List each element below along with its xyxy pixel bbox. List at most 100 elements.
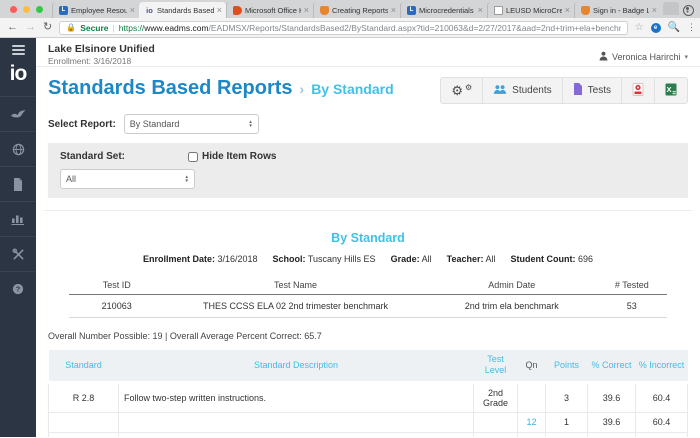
reload-icon[interactable]: ↻	[43, 22, 52, 33]
browser-window: L Employee Resourc × io Standards Based …	[0, 0, 700, 438]
tab-leusd-microcred[interactable]: LEUSD MicroCred ×	[487, 2, 574, 18]
forward-icon[interactable]: →	[25, 22, 36, 33]
url-address-bar[interactable]: 🔒 Secure | https://www.eadms.com/EADMSX/…	[59, 21, 627, 35]
enrollment-date: Enrollment: 3/16/2018	[48, 56, 155, 66]
tab-microcredentials[interactable]: L Microcredentials - ×	[400, 2, 487, 18]
globe-icon	[12, 143, 25, 156]
zoom-window-button[interactable]	[36, 6, 43, 13]
tab-close-icon[interactable]: ×	[565, 6, 570, 15]
standards-table: Standard Standard Description Test Level…	[48, 350, 688, 437]
info-enrollment-date: Enrollment Date: 3/16/2018	[143, 254, 258, 264]
select-report-dropdown[interactable]: By Standard ▲▼	[124, 114, 259, 134]
tab-close-icon[interactable]: ×	[130, 6, 135, 15]
browser-menu-icon[interactable]: ⋮	[687, 26, 693, 29]
window-controls	[0, 6, 52, 18]
test-level-cell	[474, 432, 518, 437]
tab-close-icon[interactable]: ×	[217, 6, 222, 15]
test-table-header-row: Test ID Test Name Admin Date # Tested	[69, 277, 667, 295]
students-icon	[493, 84, 507, 98]
sidebar-item-reports[interactable]	[0, 166, 36, 201]
close-window-button[interactable]	[10, 6, 17, 13]
tab-creating-reports[interactable]: Creating Reports - ×	[313, 2, 400, 18]
tests-button[interactable]: Tests	[562, 78, 621, 103]
admin-date-cell: 2nd trim ela benchmark	[427, 295, 597, 318]
qn-cell: 13	[518, 432, 546, 437]
column-header-pct-correct[interactable]: % Correct	[588, 350, 636, 382]
overall-summary: Overall Number Possible: 19 | Overall Av…	[48, 331, 688, 341]
page-title: Standards Based Reports	[48, 77, 293, 100]
column-header-test-level[interactable]: Test Level	[474, 350, 518, 382]
extension-icon-blue[interactable]: e	[651, 23, 661, 33]
extension-magnifier-icon[interactable]: 🔍	[668, 22, 680, 33]
tab-standards-based-active[interactable]: io Standards Based R ×	[139, 2, 226, 18]
description-cell	[119, 432, 474, 437]
page-subtitle: By Standard	[311, 81, 393, 97]
select-report-row: Select Report: By Standard ▲▼	[36, 104, 700, 134]
user-menu[interactable]: Veronica Harirchi ▾	[599, 47, 688, 66]
standard-cell: R 2.8	[49, 382, 119, 412]
test-name-cell: THES CCSS ELA 02 2nd trimester benchmark	[164, 295, 427, 318]
question-link[interactable]: 12	[526, 417, 536, 427]
pct-correct-cell: 39.6	[588, 412, 636, 432]
gear-small-icon: ⚙	[465, 83, 472, 92]
students-label: Students	[512, 85, 551, 96]
info-teacher: Teacher: All	[447, 254, 496, 264]
bookmark-star-icon[interactable]: ☆	[635, 22, 644, 33]
points-cell: 3	[546, 382, 588, 412]
sidebar-item-tools[interactable]	[0, 236, 36, 271]
io-logo[interactable]: io	[10, 63, 27, 84]
svg-text:?: ?	[16, 285, 21, 294]
new-tab-button[interactable]	[663, 2, 679, 15]
gear-icon: ⚙	[451, 84, 463, 97]
tab-close-icon[interactable]: ×	[478, 6, 483, 15]
secure-label[interactable]: Secure	[80, 23, 108, 33]
test-level-cell	[474, 412, 518, 432]
tab-employee-resources[interactable]: L Employee Resourc ×	[52, 2, 139, 18]
tab-title: Microcredentials -	[419, 6, 475, 15]
sidebar-item-analytics[interactable]	[0, 201, 36, 236]
export-pdf-button[interactable]	[621, 78, 654, 103]
minimize-window-button[interactable]	[23, 6, 30, 13]
browser-tab-bar: L Employee Resourc × io Standards Based …	[0, 0, 700, 18]
breadcrumb-separator: ›	[300, 81, 305, 97]
hamburger-menu-icon[interactable]	[12, 45, 25, 55]
hide-item-rows-control: Hide Item Rows	[188, 151, 276, 162]
tab-close-icon[interactable]: ×	[391, 6, 396, 15]
sidebar-nav: ?	[0, 96, 36, 306]
browser-profile-icon[interactable]	[683, 5, 694, 16]
url-scheme: https://	[119, 23, 145, 33]
back-icon[interactable]: ←	[7, 22, 18, 33]
standard-cell	[49, 412, 119, 432]
settings-button[interactable]: ⚙⚙	[441, 78, 482, 103]
report-section-title: By Standard	[36, 231, 700, 245]
url-path: /EADMSX/Reports/StandardsBased2/ByStanda…	[209, 23, 621, 33]
standard-set-dropdown[interactable]: All ▲▼	[60, 169, 195, 189]
app-body: io ?	[0, 38, 700, 437]
column-header-points[interactable]: Points	[546, 350, 588, 382]
tab-microsoft-office[interactable]: Microsoft Office H ×	[226, 2, 313, 18]
column-header-description[interactable]: Standard Description	[119, 350, 474, 382]
qn-cell	[518, 382, 546, 412]
tab-strip: L Employee Resourc × io Standards Based …	[52, 2, 679, 18]
tab-sign-in-badge[interactable]: Sign in - Badge Lis ×	[574, 2, 661, 18]
column-header-pct-incorrect[interactable]: % Incorrect	[636, 350, 688, 382]
tab-title: Standards Based R	[157, 6, 214, 15]
io-favicon: io	[145, 6, 154, 15]
column-header-standard[interactable]: Standard	[49, 350, 119, 382]
export-excel-button[interactable]: X	[654, 78, 687, 103]
hide-item-rows-checkbox[interactable]	[188, 152, 198, 162]
sidebar-item-help[interactable]: ?	[0, 271, 36, 306]
sidebar-item-bird[interactable]	[0, 96, 36, 131]
omnibox-divider: |	[113, 23, 115, 33]
pdf-icon	[632, 83, 644, 99]
info-student-count: Student Count: 696	[511, 254, 594, 264]
students-button[interactable]: Students	[482, 78, 561, 103]
tab-close-icon[interactable]: ×	[652, 6, 657, 15]
tab-close-icon[interactable]: ×	[304, 6, 309, 15]
column-header-qn[interactable]: Qn	[518, 350, 546, 382]
select-report-label: Select Report:	[48, 119, 116, 130]
content-divider	[44, 210, 692, 211]
sidebar-item-globe[interactable]	[0, 131, 36, 166]
report-info-row: Enrollment Date: 3/16/2018 School: Tusca…	[36, 254, 700, 264]
main-area: Lake Elsinore Unified Enrollment: 3/16/2…	[36, 38, 700, 437]
